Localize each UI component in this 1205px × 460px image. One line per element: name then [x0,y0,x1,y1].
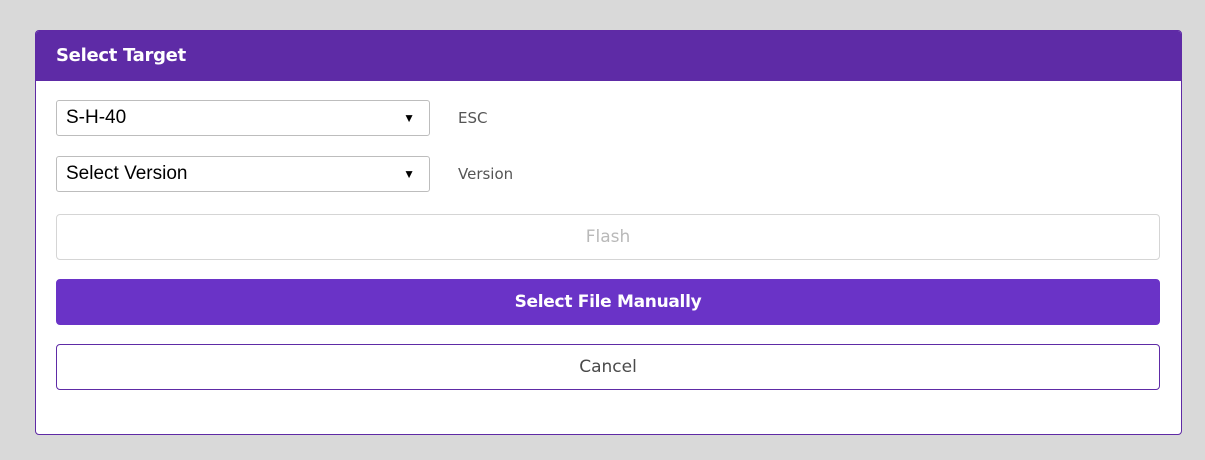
page: Select Target S-H-40 ▼ ESC Select Versio… [0,0,1205,460]
cancel-button[interactable]: Cancel [56,344,1160,390]
esc-row: S-H-40 ▼ ESC [56,100,487,136]
version-select[interactable]: Select Version ▼ [56,156,430,192]
select-file-manually-button[interactable]: Select File Manually [56,279,1160,325]
version-select-value: Select Version [66,163,188,184]
chevron-down-icon: ▼ [403,111,415,125]
dialog-title: Select Target [36,31,1181,81]
version-row: Select Version ▼ Version [56,156,513,192]
select-target-dialog: Select Target S-H-40 ▼ ESC Select Versio… [35,30,1182,435]
chevron-down-icon: ▼ [403,167,415,181]
esc-select[interactable]: S-H-40 ▼ [56,100,430,136]
version-label: Version [458,165,514,183]
flash-button[interactable]: Flash [56,214,1160,260]
esc-select-value: S-H-40 [66,107,127,128]
esc-label: ESC [458,109,488,127]
